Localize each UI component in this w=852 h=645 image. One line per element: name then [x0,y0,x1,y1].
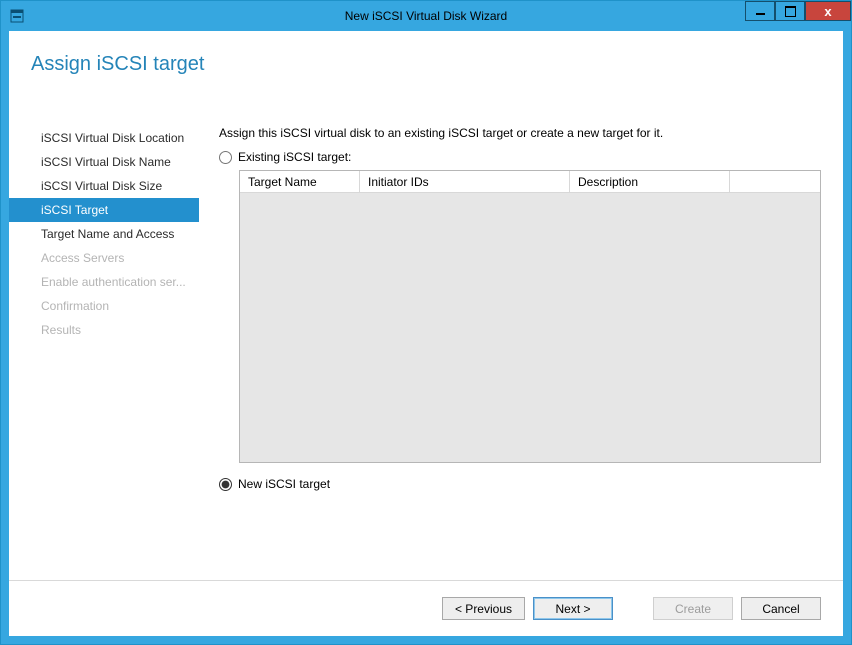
instruction-text: Assign this iSCSI virtual disk to an exi… [219,126,821,140]
previous-button[interactable]: < Previous [442,597,525,620]
page-heading: Assign iSCSI target [9,31,843,76]
step-iscsi-target[interactable]: iSCSI Target [9,198,199,222]
step-disk-location[interactable]: iSCSI Virtual Disk Location [9,126,199,150]
next-button[interactable]: Next > [533,597,613,620]
create-button: Create [653,597,733,620]
client-area: Assign iSCSI target iSCSI Virtual Disk L… [9,31,843,636]
wizard-button-row: < Previous Next > Create Cancel [9,580,843,636]
step-access-servers: Access Servers [9,246,199,270]
wizard-main-panel: Assign this iSCSI virtual disk to an exi… [199,126,843,580]
wizard-steps-sidebar: iSCSI Virtual Disk Location iSCSI Virtua… [9,126,199,580]
window-controls: x [745,1,851,21]
step-target-name-access[interactable]: Target Name and Access [9,222,199,246]
step-disk-size[interactable]: iSCSI Virtual Disk Size [9,174,199,198]
step-disk-name[interactable]: iSCSI Virtual Disk Name [9,150,199,174]
window-title: New iSCSI Virtual Disk Wizard [1,9,851,23]
minimize-button[interactable] [745,1,775,21]
step-enable-authentication: Enable authentication ser... [9,270,199,294]
titlebar[interactable]: New iSCSI Virtual Disk Wizard x [1,1,851,31]
existing-target-label[interactable]: Existing iSCSI target: [238,150,351,164]
cancel-button[interactable]: Cancel [741,597,821,620]
existing-targets-grid: Target Name Initiator IDs Description [239,170,821,463]
app-icon [9,8,25,24]
grid-body-empty [240,193,820,462]
grid-col-target-name[interactable]: Target Name [240,171,360,192]
new-target-radio[interactable] [219,478,232,491]
new-target-radio-row[interactable]: New iSCSI target [219,477,821,491]
grid-col-description[interactable]: Description [570,171,730,192]
existing-target-radio[interactable] [219,151,232,164]
grid-header: Target Name Initiator IDs Description [240,171,820,193]
new-target-label[interactable]: New iSCSI target [238,477,330,491]
step-confirmation: Confirmation [9,294,199,318]
window-frame: New iSCSI Virtual Disk Wizard x Assign i… [0,0,852,645]
grid-col-initiator-ids[interactable]: Initiator IDs [360,171,570,192]
existing-target-radio-row[interactable]: Existing iSCSI target: [219,150,821,164]
wizard-body: iSCSI Virtual Disk Location iSCSI Virtua… [9,126,843,580]
step-results: Results [9,318,199,342]
maximize-button[interactable] [775,1,805,21]
grid-col-spacer [730,171,820,192]
close-button[interactable]: x [805,1,851,21]
